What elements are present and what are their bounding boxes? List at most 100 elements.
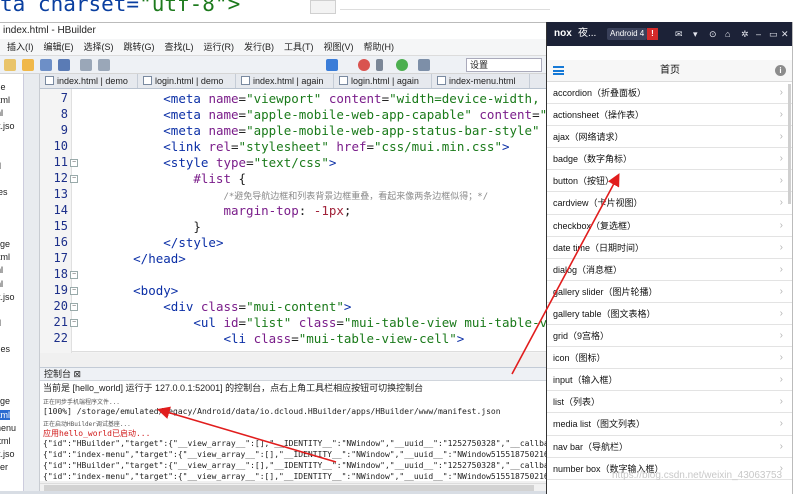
record-icon[interactable]: ⊙ <box>709 22 717 46</box>
editor-tab[interactable]: login.html | demo <box>138 74 236 88</box>
component-list-item[interactable]: gallery slider（图片轮播） › <box>547 281 792 303</box>
fold-toggle-icon[interactable]: − <box>70 159 78 167</box>
menu-item[interactable]: 编辑(E) <box>39 39 79 55</box>
dropdown-icon[interactable] <box>376 59 383 71</box>
project-tree-item[interactable]: orld <box>0 161 1 171</box>
code-line: </head> <box>133 251 186 266</box>
project-tree-item[interactable]: orld <box>0 318 1 328</box>
project-tree-item[interactable]: mples <box>0 344 10 354</box>
project-tree-item[interactable]: x.html <box>0 409 11 420</box>
fold-toggle-icon[interactable]: − <box>70 287 78 295</box>
component-list-item[interactable]: list（列表） › <box>547 391 792 414</box>
new-file-icon[interactable] <box>4 59 16 71</box>
code-editor[interactable]: 7 8 9 10 11−12−13 14 15 16 17 18−19−20−21−22 <met… <box>40 89 546 353</box>
menu-item[interactable]: 视图(V) <box>319 39 359 55</box>
save-icon[interactable] <box>40 59 52 71</box>
chrome-icon[interactable] <box>396 59 408 71</box>
code-line: <meta name="viewport" content="width=dev… <box>163 91 540 106</box>
background-code-prefix: ta charset= <box>0 0 140 16</box>
menu-item[interactable]: 帮助(H) <box>359 39 400 55</box>
background-editor-fragment: ta charset="utf-8"> <box>0 0 801 22</box>
menu-item[interactable]: 插入(I) <box>2 39 39 55</box>
line-number: 11 <box>53 155 68 169</box>
component-list-item[interactable]: icon（图标） › <box>547 347 792 370</box>
window-edge <box>792 22 801 494</box>
warning-icon[interactable]: ! <box>647 28 658 40</box>
component-list-item[interactable]: gallery table（图文表格） › <box>547 303 792 326</box>
home-icon[interactable]: ⌂ <box>725 22 730 46</box>
project-tree-item[interactable]: n.html <box>0 436 11 446</box>
editor-tab[interactable]: index.html | again <box>236 74 334 88</box>
console-horizontal-scrollbar[interactable] <box>40 483 546 491</box>
project-tree-item[interactable]: x.html <box>0 95 10 105</box>
project-tree-item[interactable]: fest.jso <box>0 449 15 459</box>
save-all-icon[interactable] <box>58 59 70 71</box>
project-tree-item[interactable]: ckage <box>0 239 10 249</box>
component-list-item[interactable]: button（按钮） › <box>547 170 792 193</box>
menu-item[interactable]: 工具(T) <box>279 39 319 55</box>
component-list-item[interactable]: checkbox（复选框） › <box>547 215 792 237</box>
open-folder-icon[interactable] <box>22 59 34 71</box>
console-line: 正在同步手机端程序文件... <box>43 399 120 406</box>
settings-icon[interactable]: ✲ <box>741 22 749 46</box>
editor-tab[interactable]: login.html | again <box>334 74 432 88</box>
menu-item[interactable]: 运行(R) <box>199 39 240 55</box>
code-line: } <box>88 219 201 234</box>
settings-search-input[interactable]: 设置 <box>466 58 542 72</box>
run-icon[interactable] <box>326 59 338 71</box>
html-file-icon <box>45 76 54 85</box>
close-icon[interactable]: ✕ <box>781 22 789 46</box>
mail-icon[interactable]: ✉ <box>675 22 683 46</box>
project-tree-item[interactable]: ckage <box>0 396 10 406</box>
project-tree-item[interactable]: x-menu <box>0 423 16 433</box>
console-tab[interactable]: 控制台 ⊠ <box>40 367 546 381</box>
component-list-item[interactable]: actionsheet（操作表） › <box>547 104 792 127</box>
line-number: 14 <box>53 203 68 217</box>
component-list-item[interactable]: nav bar（导航栏） › <box>547 436 792 458</box>
maximize-icon[interactable]: ▭ <box>769 22 778 46</box>
fold-toggle-icon[interactable]: − <box>70 271 78 279</box>
project-tree-item[interactable]: html <box>0 265 3 275</box>
editor-tab-label: index.html | again <box>253 76 324 86</box>
redo-icon[interactable] <box>98 59 110 71</box>
fold-toggle-icon[interactable]: − <box>70 303 78 311</box>
preview-icon[interactable] <box>418 59 430 71</box>
component-list-item[interactable]: grid（9宫格） › <box>547 325 792 348</box>
component-list-item[interactable]: input（输入框） › <box>547 369 792 392</box>
project-tree-item[interactable]: x.html <box>0 252 10 262</box>
component-list-item[interactable]: media list（图文列表） › <box>547 413 792 436</box>
info-icon[interactable]: i <box>775 65 786 76</box>
undo-icon[interactable] <box>80 59 92 71</box>
editor-tab[interactable]: index-menu.html <box>432 74 530 88</box>
minimize-icon[interactable]: – <box>756 22 761 46</box>
component-list-item[interactable]: accordion（折叠面板） › <box>547 82 792 105</box>
browser-icon[interactable] <box>358 59 370 71</box>
menu-item[interactable]: 跳转(G) <box>119 39 160 55</box>
editor-horizontal-scrollbar[interactable] <box>72 351 546 353</box>
component-list-item[interactable]: badge（数字角标） › <box>547 148 792 171</box>
component-list-item[interactable]: ajax（网络请求） › <box>547 126 792 149</box>
project-tree-item[interactable]: kage <box>0 82 6 92</box>
component-list-item-label: input（输入框） <box>553 375 618 386</box>
toolbar: 设置 <box>0 56 546 74</box>
list-scrollbar[interactable] <box>788 84 791 204</box>
line-number-gutter: 7 8 9 10 11−12−13 14 15 16 17 18−19−20−21−22 <box>40 89 78 353</box>
fold-toggle-icon[interactable]: − <box>70 319 78 327</box>
project-tree-item[interactable]: fest.jso <box>0 292 15 302</box>
component-list-item[interactable]: date time（日期时间） › <box>547 237 792 259</box>
project-tree-item[interactable]: fest.jso <box>0 121 15 131</box>
dropdown-icon[interactable]: ▾ <box>693 22 698 46</box>
component-list-item[interactable]: cardview（卡片视图） › <box>547 192 792 215</box>
menu-item[interactable]: 查找(L) <box>160 39 199 55</box>
project-tree-item[interactable]: html <box>0 108 3 118</box>
project-tree-item[interactable]: html <box>0 279 3 289</box>
project-tree-item[interactable]: nples <box>0 187 8 197</box>
component-list-item-label: date time（日期时间） <box>553 242 645 253</box>
editor-tab[interactable]: index.html | demo <box>40 74 138 88</box>
component-list-item[interactable]: dialog（消息框） › <box>547 259 792 281</box>
menu-item[interactable]: 选择(S) <box>79 39 119 55</box>
component-list-item-label: gallery table（图文表格） <box>553 308 656 319</box>
project-tree-item[interactable]: uilder <box>0 462 8 472</box>
menu-item[interactable]: 发行(B) <box>239 39 279 55</box>
fold-toggle-icon[interactable]: − <box>70 175 78 183</box>
